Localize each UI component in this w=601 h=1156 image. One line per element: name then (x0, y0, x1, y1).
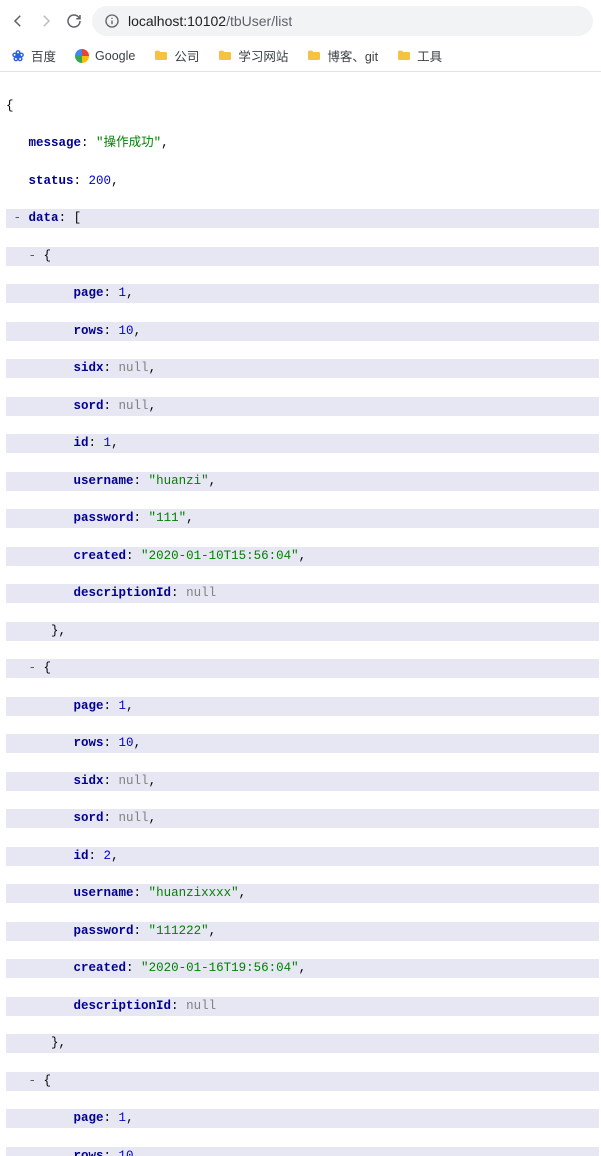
bookmark-label: 公司 (174, 46, 199, 65)
collapse-icon[interactable]: - (14, 211, 22, 225)
bookmark-label: Google (95, 49, 135, 63)
google-icon (74, 48, 90, 64)
folder-icon (217, 48, 233, 64)
json-viewer: { message: "操作成功", status: 200, - data: … (0, 72, 601, 1156)
address-bar[interactable]: localhost:10102/tbUser/list (92, 6, 593, 36)
collapse-icon[interactable]: - (29, 661, 37, 675)
bookmark-label: 工具 (417, 46, 442, 65)
bookmark-google[interactable]: Google (74, 48, 135, 64)
bookmarks-bar: ❀ 百度 Google 公司 学习网站 博客、git 工具 (0, 40, 601, 72)
collapse-icon[interactable]: - (29, 1074, 37, 1088)
folder-icon (396, 48, 412, 64)
back-icon[interactable] (8, 11, 28, 31)
bookmark-label: 百度 (31, 46, 56, 65)
browser-nav-bar: localhost:10102/tbUser/list (0, 0, 601, 40)
bookmark-folder-study[interactable]: 学习网站 (217, 46, 288, 65)
forward-icon[interactable] (36, 11, 56, 31)
reload-icon[interactable] (64, 11, 84, 31)
bookmark-label: 学习网站 (238, 46, 288, 65)
collapse-icon[interactable]: - (29, 249, 37, 263)
bookmark-folder-blog-git[interactable]: 博客、git (306, 46, 378, 65)
baidu-icon: ❀ (10, 48, 26, 64)
folder-icon (153, 48, 169, 64)
bookmark-folder-company[interactable]: 公司 (153, 46, 199, 65)
address-text: localhost:10102/tbUser/list (128, 13, 292, 29)
bookmark-label: 博客、git (327, 46, 378, 65)
bookmark-baidu[interactable]: ❀ 百度 (10, 46, 56, 65)
bookmark-folder-tools[interactable]: 工具 (396, 46, 442, 65)
site-info-icon[interactable] (104, 13, 120, 29)
folder-icon (306, 48, 322, 64)
